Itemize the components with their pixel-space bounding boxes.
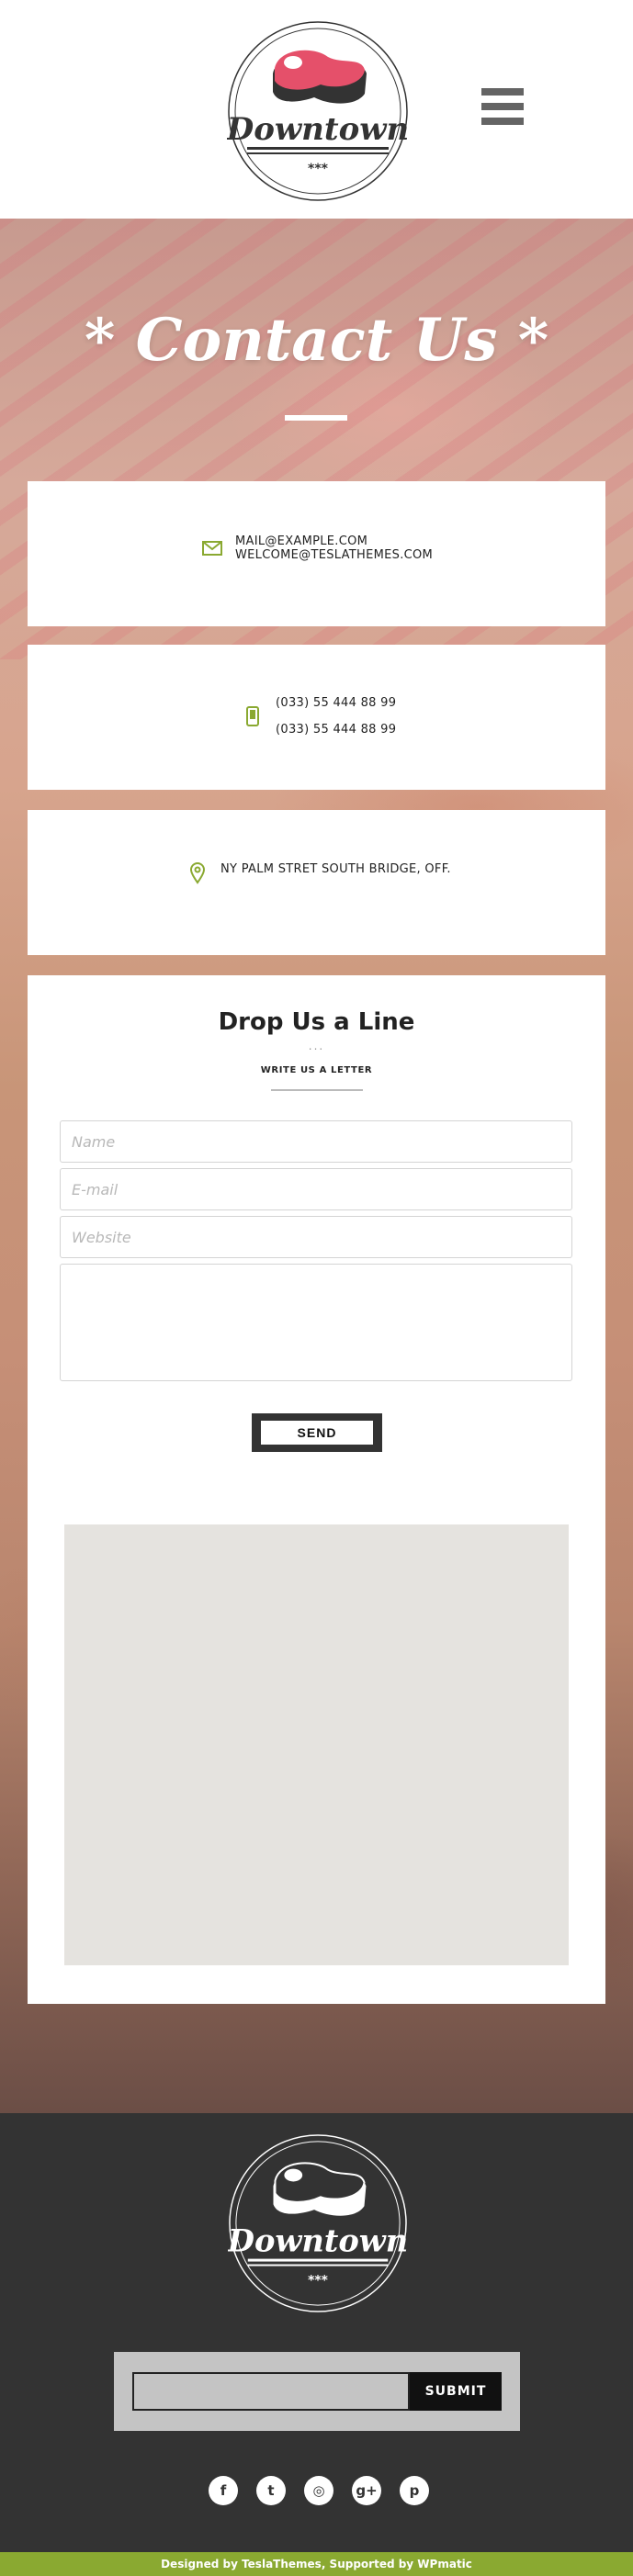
message-textarea[interactable]	[60, 1264, 572, 1381]
menu-hamburger-icon[interactable]	[481, 88, 524, 130]
email-card: MAIL@EXAMPLE.COM WELCOME@TESLATHEMES.COM	[28, 481, 605, 626]
contact-hero: * Contact Us * MAIL@EXAMPLE.COM WELCOME@…	[0, 219, 633, 2113]
footer-logo-wordmark: Downtown	[228, 2222, 408, 2259]
website-input[interactable]	[60, 1216, 572, 1258]
newsletter-email-input[interactable]	[132, 2372, 410, 2411]
phone-card: (033) 55 444 88 99 (033) 55 444 88 99	[28, 645, 605, 790]
mobile-phone-icon	[241, 704, 265, 728]
email-input[interactable]	[60, 1168, 572, 1210]
logo-stars: ***	[308, 162, 329, 176]
pinterest-icon[interactable]: p	[400, 2476, 429, 2505]
form-title: Drop Us a Line	[218, 1008, 415, 1036]
address-card: NY PALM STRET SOUTH BRIDGE, OFF.	[28, 810, 605, 955]
site-footer: Downtown *** SUBMIT f t ◎ g+ p	[0, 2113, 633, 2552]
steak-logo-icon: Downtown ***	[226, 21, 409, 201]
dribbble-icon[interactable]: ◎	[304, 2476, 333, 2505]
logo-wordmark: Downtown	[227, 111, 409, 148]
email-primary[interactable]: MAIL@EXAMPLE.COM	[235, 534, 433, 548]
email-secondary[interactable]: WELCOME@TESLATHEMES.COM	[235, 548, 433, 562]
name-input[interactable]	[60, 1120, 572, 1163]
send-button[interactable]: SEND	[252, 1413, 382, 1452]
map-pin-icon	[186, 861, 209, 885]
subtitle-underline	[271, 1089, 363, 1091]
credits-bar: Designed by TeslaThemes, Supported by WP…	[0, 2552, 633, 2576]
footer-logo-stars: ***	[308, 2273, 328, 2288]
location-map[interactable]	[64, 1524, 569, 1965]
address-text: NY PALM STRET SOUTH BRIDGE, OFF.	[220, 861, 451, 876]
contact-form-card: Drop Us a Line ... WRITE US A LETTER SEN…	[28, 975, 605, 2004]
newsletter-form: SUBMIT	[114, 2352, 520, 2431]
envelope-icon	[200, 536, 224, 560]
submit-button[interactable]: SUBMIT	[410, 2372, 502, 2411]
send-button-label: SEND	[261, 1421, 373, 1445]
title-underline	[285, 415, 347, 421]
social-links: f t ◎ g+ p	[209, 2476, 429, 2507]
page-title: * Contact Us *	[84, 306, 549, 375]
twitter-icon[interactable]: t	[256, 2476, 286, 2505]
title-dots: ...	[308, 1040, 325, 1052]
steak-logo-white-icon: Downtown ***	[227, 2134, 408, 2312]
phone-secondary[interactable]: (033) 55 444 88 99	[276, 723, 396, 737]
site-header: Downtown ***	[0, 0, 633, 219]
form-subtitle: WRITE US A LETTER	[260, 1065, 373, 1075]
phone-primary[interactable]: (033) 55 444 88 99	[276, 696, 396, 710]
footer-logo[interactable]: Downtown ***	[227, 2133, 408, 2313]
facebook-icon[interactable]: f	[209, 2476, 238, 2505]
google-plus-icon[interactable]: g+	[352, 2476, 381, 2505]
site-logo[interactable]: Downtown ***	[226, 20, 409, 202]
